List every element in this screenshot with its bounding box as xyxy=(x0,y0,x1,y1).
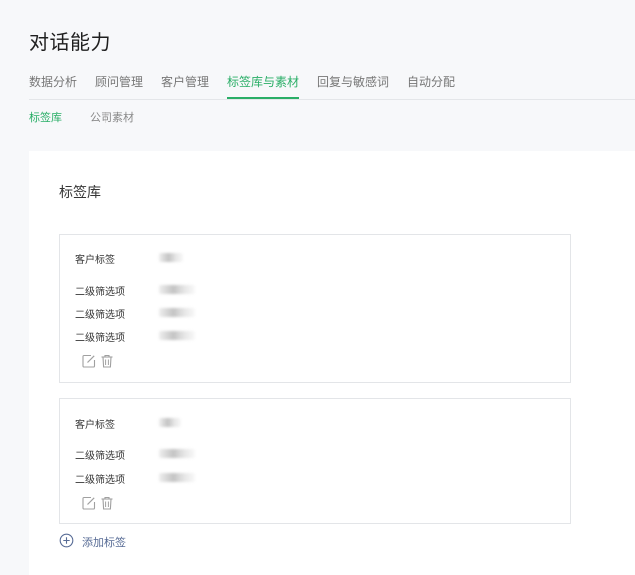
main-tabs: 数据分析 顾问管理 客户管理 标签库与素材 回复与敏感词 自动分配 xyxy=(29,72,635,100)
tag-card: 客户标签 二级筛选项 二级筛选项 xyxy=(59,398,571,524)
tag-card: 客户标签 二级筛选项 二级筛选项 二级筛选项 xyxy=(59,234,571,383)
tab-customer-management[interactable]: 客户管理 xyxy=(161,72,209,99)
filter-row: 二级筛选项 xyxy=(75,471,195,486)
page-title: 对话能力 xyxy=(29,30,111,54)
filter-label: 二级筛选项 xyxy=(75,451,125,462)
tab-auto-assign[interactable]: 自动分配 xyxy=(407,72,455,99)
redacted-value xyxy=(159,253,183,262)
tab-advisor-management[interactable]: 顾问管理 xyxy=(95,72,143,99)
filter-label: 二级筛选项 xyxy=(75,310,125,321)
customer-tag-label: 客户标签 xyxy=(75,255,115,266)
subtab-tag-library[interactable]: 标签库 xyxy=(29,109,62,125)
panel-title: 标签库 xyxy=(59,185,101,201)
tag-row: 客户标签 xyxy=(75,416,181,431)
filter-label: 二级筛选项 xyxy=(75,333,125,344)
filter-row: 二级筛选项 xyxy=(75,329,195,344)
filter-label: 二级筛选项 xyxy=(75,287,125,298)
tab-tags-and-materials[interactable]: 标签库与素材 xyxy=(227,72,300,99)
trash-icon[interactable] xyxy=(100,353,114,368)
redacted-value xyxy=(159,418,181,427)
tab-replies-and-sensitive-words[interactable]: 回复与敏感词 xyxy=(317,72,389,99)
tab-data-analysis[interactable]: 数据分析 xyxy=(29,72,77,99)
redacted-value xyxy=(159,449,195,458)
redacted-value xyxy=(159,473,195,482)
filter-row: 二级筛选项 xyxy=(75,306,195,321)
tag-library-panel: 标签库 客户标签 二级筛选项 二级筛选项 二级筛选项 客户标签 二级筛选项 二级… xyxy=(29,151,635,575)
customer-tag-label: 客户标签 xyxy=(75,420,115,431)
card-actions xyxy=(82,495,122,510)
edit-icon[interactable] xyxy=(82,495,96,510)
redacted-value xyxy=(159,308,195,317)
edit-icon[interactable] xyxy=(82,353,96,368)
subtab-company-materials[interactable]: 公司素材 xyxy=(90,109,134,125)
tag-row: 客户标签 xyxy=(75,251,183,266)
card-actions xyxy=(82,353,122,368)
redacted-value xyxy=(159,285,195,294)
plus-circle-icon xyxy=(59,533,74,548)
filter-label: 二级筛选项 xyxy=(75,475,125,486)
add-tag-label: 添加标签 xyxy=(82,536,126,549)
filter-row: 二级筛选项 xyxy=(75,283,195,298)
filter-row: 二级筛选项 xyxy=(75,447,195,462)
redacted-value xyxy=(159,331,195,340)
trash-icon[interactable] xyxy=(100,495,114,510)
